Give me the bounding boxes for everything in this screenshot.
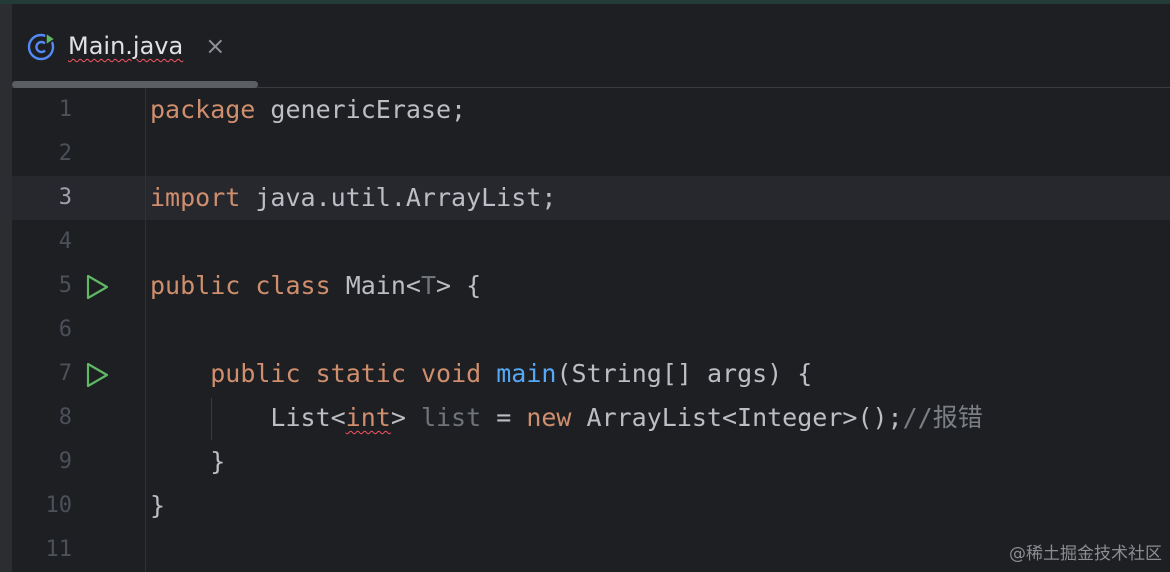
code-token: ArrayList<Integer>(); (571, 403, 903, 432)
code-token: void (420, 359, 482, 388)
code-token: package (150, 95, 256, 124)
gutter-separator (145, 88, 146, 572)
code-token: T (420, 271, 437, 300)
indent-guide (211, 398, 212, 440)
tool-window-strip (0, 4, 12, 572)
run-icon[interactable] (84, 274, 110, 300)
code-token: } (150, 491, 166, 520)
line-number: 8 (58, 405, 72, 430)
code-token: static (315, 359, 406, 388)
code-token: Main< (330, 271, 421, 300)
code-token: int (345, 403, 391, 432)
tab-main-java[interactable]: Main.java × (26, 24, 225, 68)
code-token: new (526, 403, 572, 432)
line-number: 5 (58, 273, 72, 298)
code-line[interactable]: 10} (12, 484, 1170, 528)
code-token: > { (436, 271, 482, 300)
code-text: public class Main<T> { (150, 264, 481, 308)
code-token: = (481, 403, 527, 432)
line-number: 3 (58, 185, 72, 210)
code-text: List<int> list = new ArrayList<Integer>(… (150, 396, 983, 440)
code-token: > (390, 403, 421, 432)
code-token: genericErase; (255, 95, 467, 124)
code-line[interactable]: 3 import java.util.ArrayList; (12, 176, 1170, 220)
line-number: 6 (58, 317, 72, 342)
code-line[interactable]: 11 (12, 528, 1170, 572)
code-line[interactable]: 1 package genericErase; (12, 88, 1170, 132)
code-text: public static void main(String[] args) { (150, 352, 812, 396)
code-token: import (150, 183, 241, 212)
code-token: java.util.ArrayList; (240, 183, 557, 212)
watermark: @稀土掘金技术社区 (1009, 544, 1162, 564)
code-text: } (150, 440, 225, 484)
line-number: 10 (45, 493, 73, 518)
code-token: (String[] args) { (556, 359, 813, 388)
editor-tab-bar: Main.java × (12, 4, 1170, 88)
line-number: 11 (45, 537, 73, 562)
code-line[interactable]: 7 public static void main(String[] args)… (12, 352, 1170, 396)
line-number: 9 (58, 449, 72, 474)
code-text: package genericErase; (150, 88, 466, 132)
code-token: public (210, 359, 301, 388)
code-line[interactable]: 8 List<int> list = new ArrayList<Integer… (12, 396, 1170, 440)
close-icon[interactable]: × (205, 34, 225, 58)
code-line[interactable]: 2 (12, 132, 1170, 176)
code-line[interactable]: 9 } (12, 440, 1170, 484)
line-number: 2 (58, 141, 72, 166)
line-number: 1 (58, 97, 72, 122)
code-text: import java.util.ArrayList; (150, 176, 556, 220)
code-editor[interactable]: 1 package genericErase; 2 3 import java.util… (12, 88, 1170, 572)
code-line[interactable]: 5 public class Main<T> { (12, 264, 1170, 308)
java-class-icon (27, 31, 56, 61)
run-icon[interactable] (84, 362, 110, 388)
code-token: list (420, 403, 482, 432)
code-token: } (150, 447, 226, 476)
code-token: //报错 (902, 403, 983, 432)
code-line[interactable]: 6 (12, 308, 1170, 352)
horizontal-scrollbar-thumb[interactable] (12, 81, 258, 88)
line-number: 7 (58, 361, 72, 386)
code-line[interactable]: 4 (12, 220, 1170, 264)
code-token: public (150, 271, 241, 300)
tab-filename: Main.java (68, 32, 184, 60)
code-text: } (150, 484, 165, 528)
code-token: List< (150, 403, 346, 432)
code-token: class (255, 271, 331, 300)
line-number: 4 (58, 229, 72, 254)
code-token: main (496, 359, 557, 388)
